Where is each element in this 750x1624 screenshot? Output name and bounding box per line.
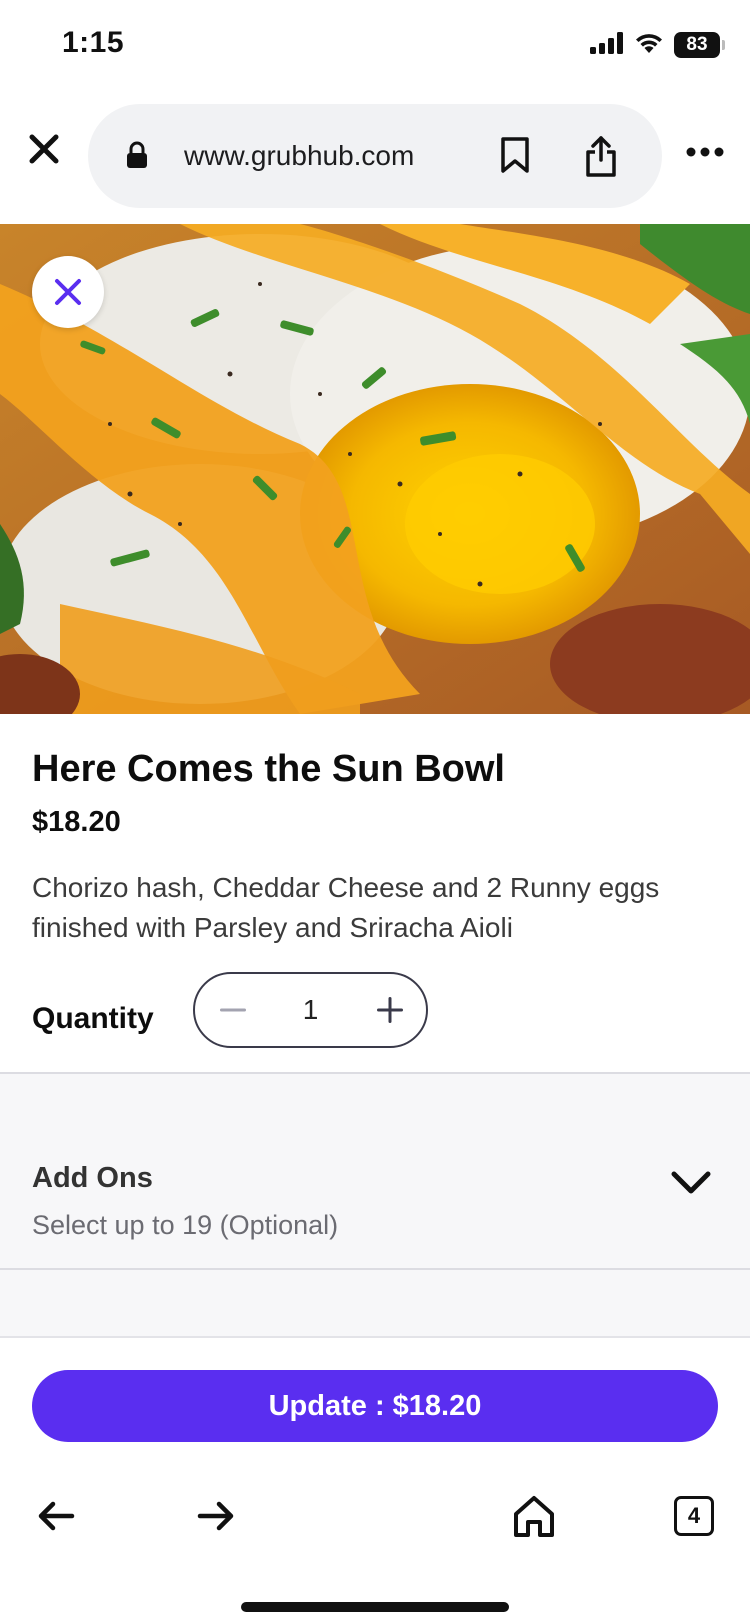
back-arrow-icon[interactable] (36, 1500, 76, 1537)
plus-icon (377, 997, 403, 1023)
home-indicator (241, 1602, 509, 1612)
chevron-down-icon[interactable] (670, 1170, 712, 1201)
address-bar[interactable]: www.grubhub.com (88, 104, 662, 208)
item-photo (0, 224, 750, 714)
tabs-button[interactable]: 4 (674, 1496, 714, 1536)
status-time: 1:15 (62, 26, 125, 59)
browser-bar: www.grubhub.com (0, 92, 750, 224)
addons-section[interactable]: Add Ons Select up to 19 (Optional) (0, 1074, 750, 1270)
increase-quantity-button[interactable] (374, 994, 406, 1026)
lock-icon (126, 141, 148, 174)
browser-toolbar: 4 (0, 1470, 750, 1624)
status-bar: 1:15 83 (0, 0, 750, 92)
item-title: Here Comes the Sun Bowl (32, 748, 505, 790)
close-item-button[interactable] (32, 256, 104, 328)
close-icon[interactable] (22, 127, 66, 171)
cellular-signal-icon (590, 31, 624, 59)
url-text[interactable]: www.grubhub.com (184, 140, 414, 172)
item-description: Chorizo hash, Cheddar Cheese and 2 Runny… (32, 872, 660, 943)
share-icon[interactable] (584, 134, 618, 183)
food-image (0, 224, 750, 714)
close-icon (55, 279, 81, 305)
battery-icon: 83 (674, 32, 725, 58)
bookmark-icon[interactable] (500, 136, 530, 179)
quantity-label: Quantity (32, 1002, 154, 1035)
item-price: $18.20 (32, 806, 121, 838)
status-icons: 83 (590, 30, 725, 60)
wifi-icon (634, 31, 664, 60)
forward-arrow-icon[interactable] (196, 1500, 236, 1537)
addons-title: Add Ons (32, 1162, 153, 1194)
cta-area: Update : $18.20 (0, 1338, 750, 1470)
quantity-stepper: 1 (193, 972, 428, 1048)
more-icon[interactable] (686, 144, 724, 162)
home-icon[interactable] (512, 1494, 556, 1543)
section-gap (0, 1270, 750, 1336)
update-cart-button[interactable]: Update : $18.20 (32, 1370, 718, 1442)
addons-subtitle: Select up to 19 (Optional) (32, 1210, 339, 1240)
